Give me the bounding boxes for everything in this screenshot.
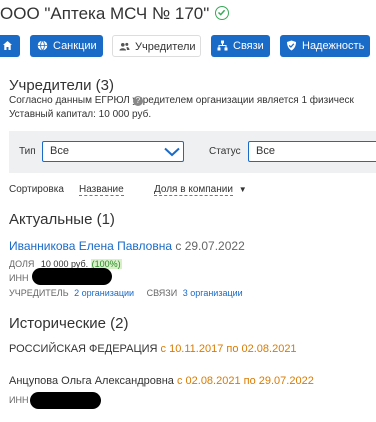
page-title: ООО "Аптека МСЧ № 170" [0, 4, 230, 24]
authorized-capital: Уставный капитал: 10 000 руб. [9, 109, 152, 120]
tab-links[interactable]: Связи [211, 35, 270, 57]
status-filter-label: Статус [209, 146, 241, 157]
filter-bar: Тип Все Статус Все [9, 131, 376, 173]
sort-by-share[interactable]: Доля в компании ▼ [154, 184, 247, 196]
history-item-period: с 10.11.2017 по 02.08.2021 [160, 343, 297, 355]
type-select-value: Все [50, 145, 69, 157]
tab-founders[interactable]: Учредители [112, 35, 201, 57]
sort-by-share-label: Доля в компании [154, 184, 233, 196]
sort-label: Сортировка [9, 184, 64, 195]
history-heading: Исторические (2) [9, 315, 129, 332]
users-icon [119, 42, 130, 51]
verified-check-icon [215, 5, 230, 20]
info-icon[interactable]: ? [133, 96, 143, 106]
tab-links-label: Связи [233, 40, 264, 52]
tab-reliability[interactable]: Надежность [280, 35, 370, 57]
chevron-down-icon [164, 147, 180, 157]
founder-name-link[interactable]: Иванникова Елена Павловна [9, 239, 172, 253]
tab-reliability-label: Надежность [302, 40, 365, 52]
links-label: СВЯЗИ [146, 288, 178, 298]
founder-label: УЧРЕДИТЕЛЬ [9, 288, 69, 298]
history-item: РОССИЙСКАЯ ФЕДЕРАЦИЯ с 10.11.2017 по 02.… [9, 343, 297, 355]
redacted-inn [30, 392, 101, 409]
type-filter-label: Тип [19, 146, 36, 157]
inn-label: ИНН [9, 273, 29, 283]
founders-heading: Учредители (3) [9, 77, 115, 94]
type-select[interactable]: Все [42, 141, 184, 162]
home-icon [3, 40, 12, 50]
status-select[interactable]: Все [248, 141, 376, 162]
globe-icon [37, 39, 48, 51]
history-item-name: Анцупова Ольга Александровна [9, 375, 174, 387]
sort-by-name[interactable]: Название [79, 184, 124, 196]
founder-orgs-link[interactable]: 2 организации [74, 288, 134, 298]
history-item: Анцупова Ольга Александровна с 02.08.202… [9, 375, 314, 387]
company-name: ООО "Аптека МСЧ № 170" [0, 4, 210, 23]
tab-home[interactable] [0, 35, 20, 57]
redacted-inn [32, 268, 112, 285]
shield-check-icon [287, 40, 296, 51]
current-heading: Актуальные (1) [9, 211, 115, 228]
founders-description: Согласно данным ЕГРЮЛ учредителем органи… [9, 95, 354, 106]
current-founder-row: Иванникова Елена Павловна с 29.07.2022 [9, 239, 245, 253]
inn-label: ИНН [9, 395, 29, 405]
share-label: ДОЛЯ [9, 259, 35, 269]
sort-desc-arrow-icon: ▼ [238, 185, 247, 194]
founder-stats-row: УЧРЕДИТЕЛЬ 2 организации СВЯЗИ 3 организ… [9, 288, 243, 298]
history-item-name: РОССИЙСКАЯ ФЕДЕРАЦИЯ [9, 343, 158, 355]
tab-sanctions-label: Санкции [53, 40, 97, 52]
tab-sanctions[interactable]: Санкции [30, 35, 103, 57]
tab-founders-label: Учредители [135, 41, 196, 53]
status-select-value: Все [256, 145, 275, 157]
founder-since: с 29.07.2022 [175, 239, 245, 253]
history-item-period: с 02.08.2021 по 29.07.2022 [176, 375, 314, 387]
description-text: Согласно данным ЕГРЮЛ учредителем органи… [9, 95, 354, 106]
links-orgs-link[interactable]: 3 организации [183, 288, 243, 298]
hierarchy-icon [217, 40, 228, 51]
